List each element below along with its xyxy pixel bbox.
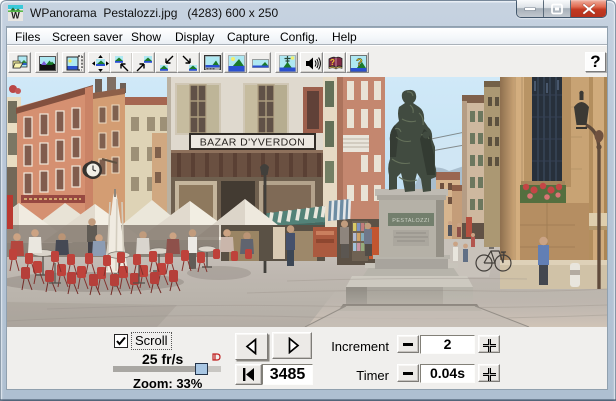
svg-text:W: W: [11, 11, 20, 21]
svg-text:?: ?: [330, 58, 335, 67]
svg-text:?: ?: [356, 57, 363, 69]
